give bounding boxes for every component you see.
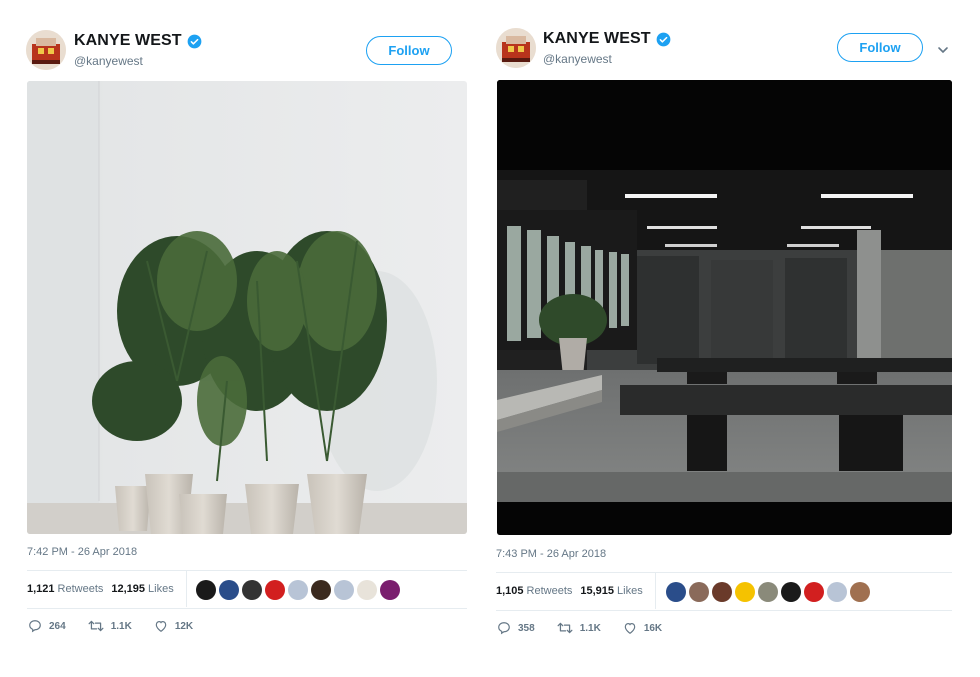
author-handle[interactable]: @kanyewest bbox=[74, 54, 143, 68]
follow-button[interactable]: Follow bbox=[837, 33, 923, 62]
tweet-timestamp[interactable]: 7:43 PM - 26 Apr 2018 bbox=[496, 548, 606, 560]
retweet-icon bbox=[88, 619, 104, 633]
verified-badge-icon bbox=[187, 34, 202, 49]
reply-count: 358 bbox=[518, 622, 535, 634]
like-count-short: 12K bbox=[174, 620, 194, 632]
retweets-label[interactable]: Retweets bbox=[527, 585, 573, 597]
tweet-stats: 1,105 Retweets 15,915 Likes bbox=[496, 585, 651, 597]
author-name[interactable]: KANYE WEST bbox=[543, 30, 651, 48]
reply-icon bbox=[497, 621, 511, 635]
liker-avatar[interactable] bbox=[196, 580, 216, 600]
liker-avatar[interactable] bbox=[334, 580, 354, 600]
liker-avatar[interactable] bbox=[288, 580, 308, 600]
tweet-photo[interactable] bbox=[497, 80, 952, 535]
liker-avatar[interactable] bbox=[781, 582, 801, 602]
likes-label[interactable]: Likes bbox=[617, 585, 643, 597]
like-count[interactable]: 12,195 bbox=[111, 583, 145, 595]
follow-button[interactable]: Follow bbox=[366, 36, 452, 65]
retweet-count[interactable]: 1,121 bbox=[27, 583, 55, 595]
liker-avatar[interactable] bbox=[311, 580, 331, 600]
heart-icon bbox=[154, 619, 168, 633]
tweet-card: KANYE WEST @kanyewest Follow bbox=[0, 0, 470, 677]
divider bbox=[496, 610, 952, 611]
stats-separator bbox=[186, 571, 187, 607]
retweet-button[interactable]: 1.1K bbox=[88, 619, 132, 633]
liker-avatar[interactable] bbox=[689, 582, 709, 602]
liker-avatar[interactable] bbox=[357, 580, 377, 600]
author-name-row[interactable]: KANYE WEST bbox=[543, 30, 671, 48]
like-button[interactable]: 12K bbox=[154, 619, 193, 633]
avatar[interactable] bbox=[496, 28, 536, 68]
author-name-row[interactable]: KANYE WEST bbox=[74, 32, 202, 50]
liker-avatar[interactable] bbox=[666, 582, 686, 602]
liker-avatar[interactable] bbox=[804, 582, 824, 602]
liker-avatar[interactable] bbox=[712, 582, 732, 602]
author-name[interactable]: KANYE WEST bbox=[74, 32, 182, 50]
like-count-short: 16K bbox=[643, 622, 663, 634]
like-button[interactable]: 16K bbox=[623, 621, 662, 635]
retweet-count-short: 1.1K bbox=[579, 622, 601, 634]
tweet-timestamp[interactable]: 7:42 PM - 26 Apr 2018 bbox=[27, 546, 137, 558]
heart-icon bbox=[623, 621, 637, 635]
retweet-button[interactable]: 1.1K bbox=[557, 621, 601, 635]
reply-count: 264 bbox=[49, 620, 66, 632]
like-count[interactable]: 15,915 bbox=[580, 585, 614, 597]
liker-avatar[interactable] bbox=[850, 582, 870, 602]
verified-badge-icon bbox=[656, 32, 671, 47]
author-handle[interactable]: @kanyewest bbox=[543, 52, 612, 66]
liker-avatars bbox=[666, 582, 870, 602]
tweet-stats: 1,121 Retweets 12,195 Likes bbox=[27, 583, 182, 595]
tweet-actions: 358 1.1K 16K bbox=[497, 621, 684, 635]
likes-label[interactable]: Likes bbox=[148, 583, 174, 595]
liker-avatar[interactable] bbox=[827, 582, 847, 602]
liker-avatar[interactable] bbox=[219, 580, 239, 600]
stats-separator bbox=[655, 573, 656, 609]
retweets-label[interactable]: Retweets bbox=[58, 583, 104, 595]
reply-button[interactable]: 358 bbox=[497, 621, 535, 635]
avatar[interactable] bbox=[26, 30, 66, 70]
retweet-count-short: 1.1K bbox=[110, 620, 132, 632]
liker-avatar[interactable] bbox=[242, 580, 262, 600]
liker-avatar[interactable] bbox=[265, 580, 285, 600]
reply-icon bbox=[28, 619, 42, 633]
retweet-count[interactable]: 1,105 bbox=[496, 585, 524, 597]
tweet-photo[interactable] bbox=[27, 81, 467, 534]
divider bbox=[496, 572, 952, 573]
reply-button[interactable]: 264 bbox=[28, 619, 66, 633]
liker-avatars bbox=[196, 580, 400, 600]
tweet-actions: 264 1.1K 12K bbox=[28, 619, 215, 633]
divider bbox=[27, 570, 467, 571]
chevron-down-icon[interactable] bbox=[936, 42, 950, 54]
tweet-card: KANYE WEST @kanyewest Follow bbox=[470, 0, 952, 677]
retweet-icon bbox=[557, 621, 573, 635]
liker-avatar[interactable] bbox=[758, 582, 778, 602]
divider bbox=[27, 608, 467, 609]
liker-avatar[interactable] bbox=[380, 580, 400, 600]
liker-avatar[interactable] bbox=[735, 582, 755, 602]
